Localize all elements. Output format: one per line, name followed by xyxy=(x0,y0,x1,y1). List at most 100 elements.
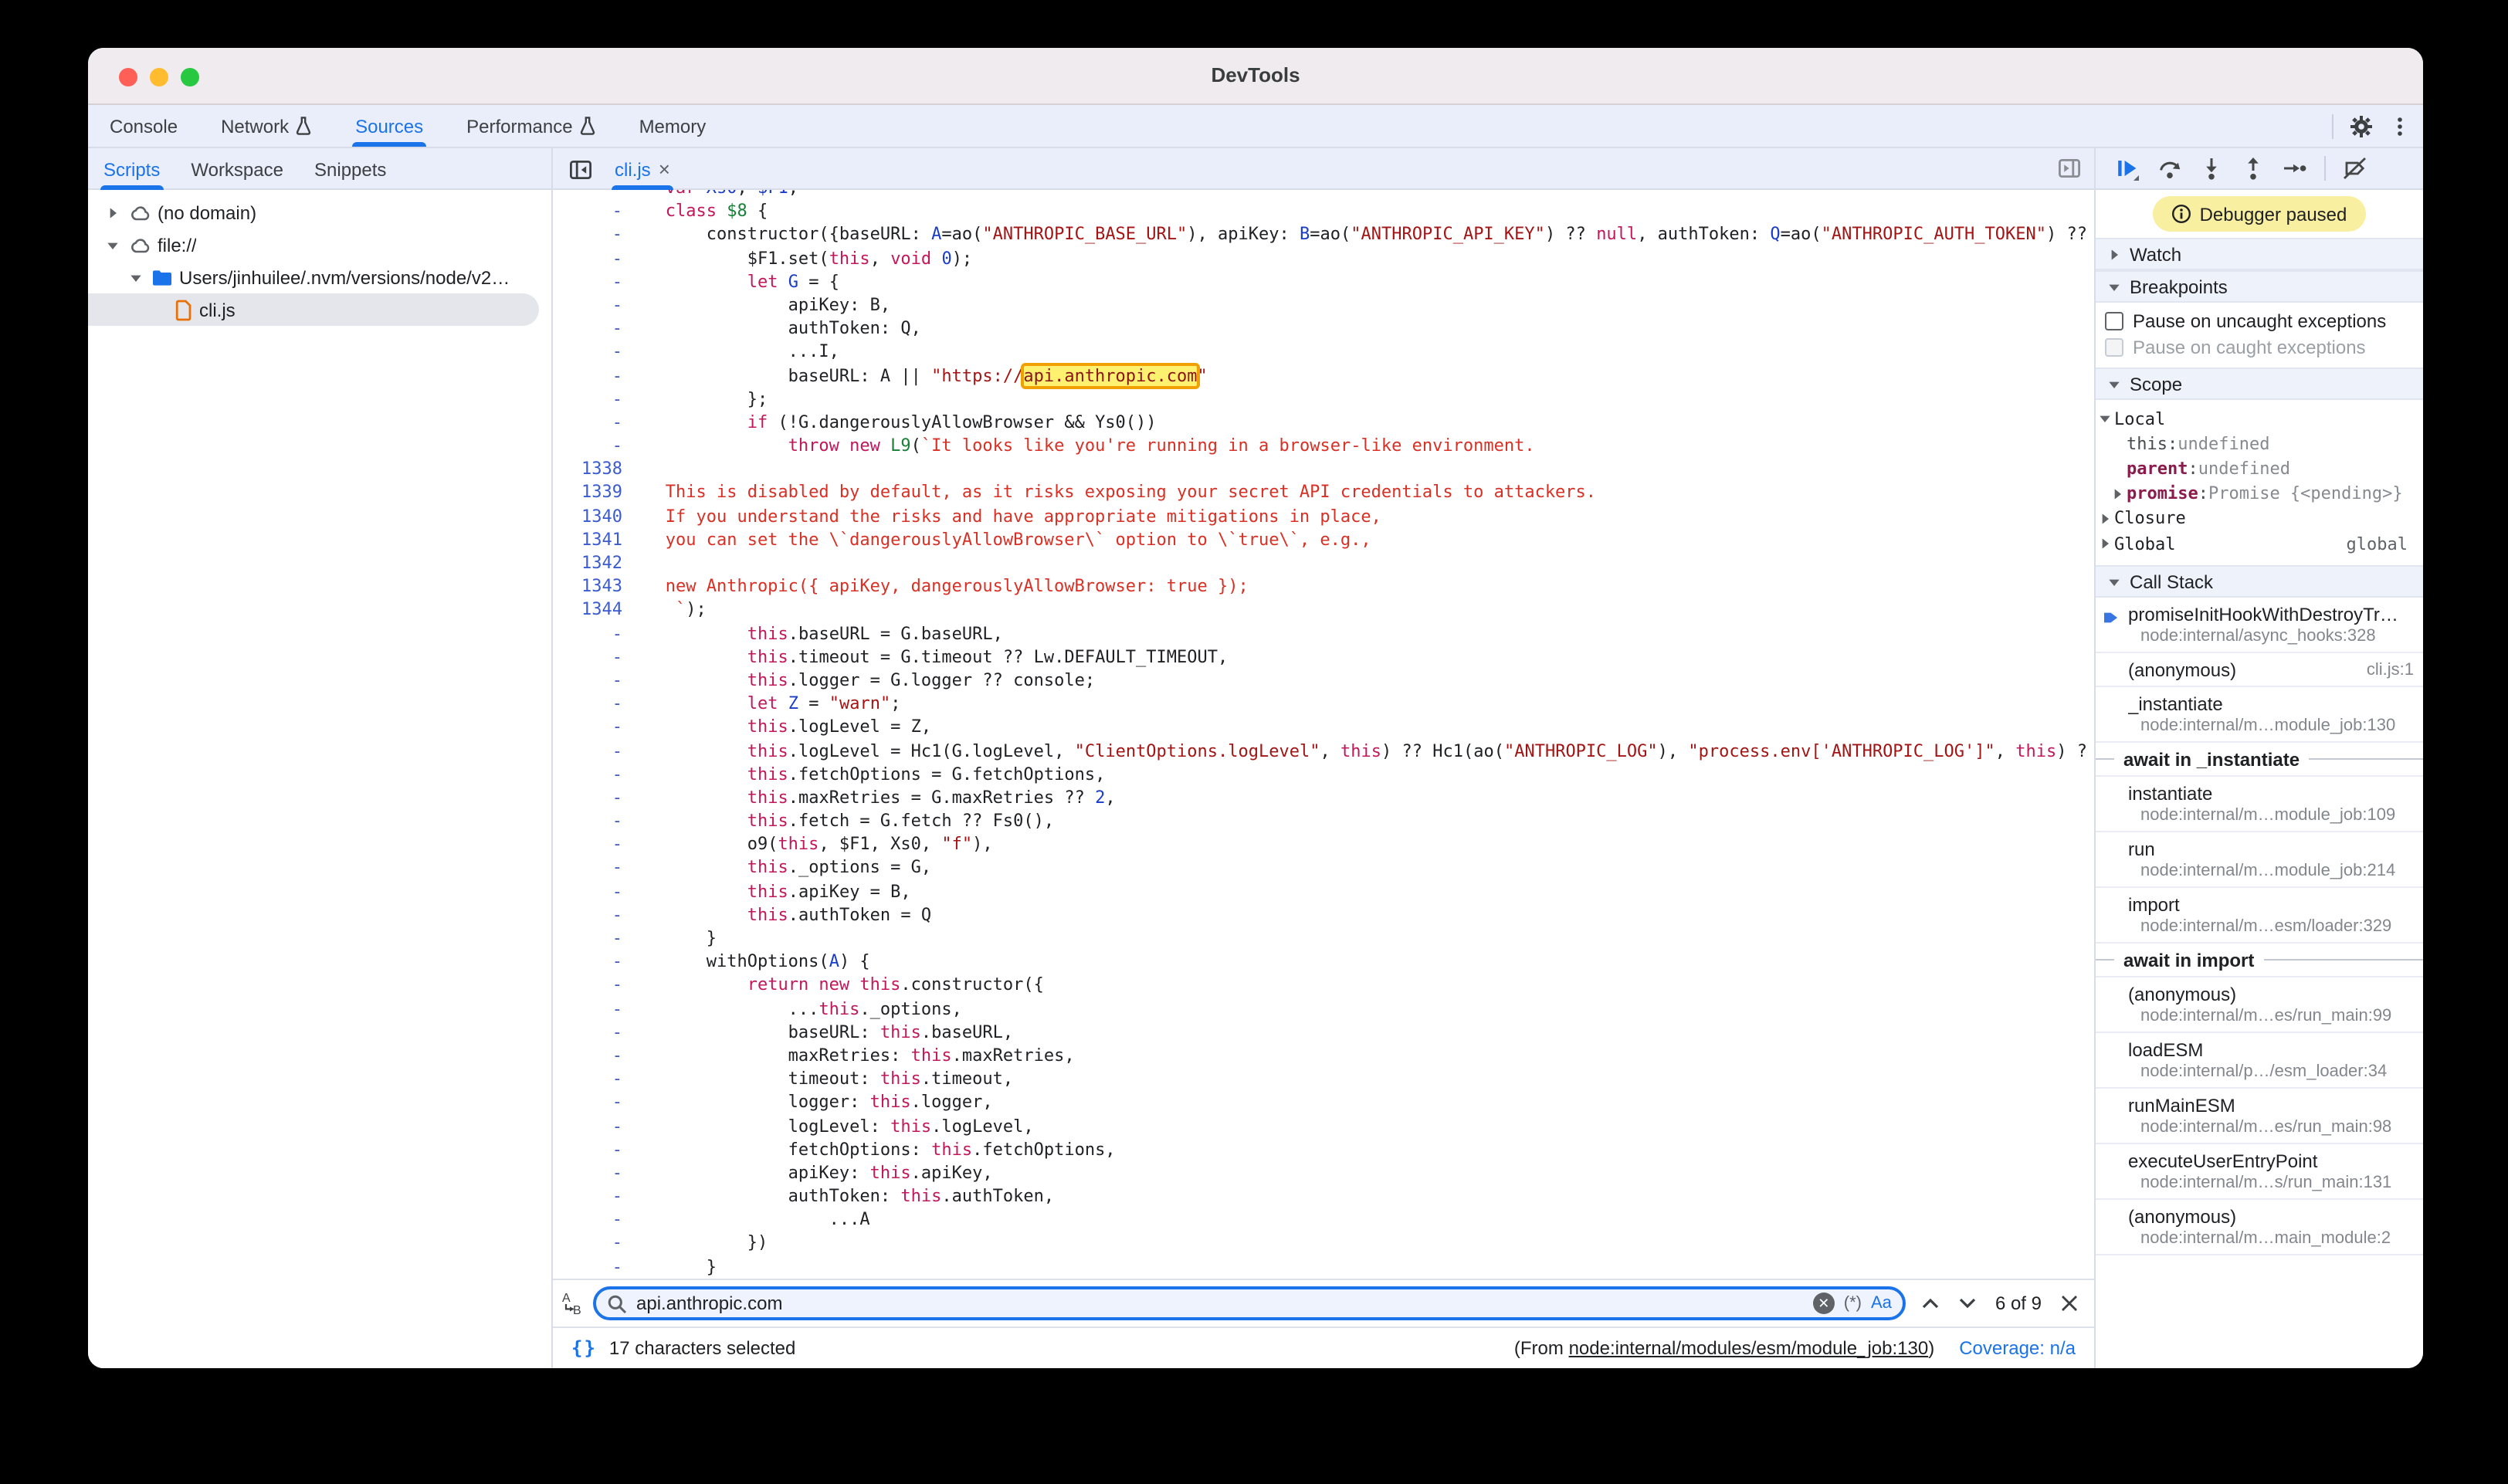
tab-memory[interactable]: Memory xyxy=(618,105,728,147)
line-gutter[interactable]: - xyxy=(553,387,635,410)
tree-caret[interactable] xyxy=(103,237,122,252)
previous-match-icon[interactable] xyxy=(1921,1297,1940,1310)
line-gutter[interactable]: 1343 xyxy=(553,574,635,598)
line-gutter[interactable]: 1341 xyxy=(553,528,635,551)
match-case-toggle[interactable]: Aa xyxy=(1871,1294,1892,1313)
callstack-frame[interactable]: _instantiatenode:internal/m…module_job:1… xyxy=(2096,687,2423,743)
scope-row[interactable]: this: undefined xyxy=(2096,431,2423,456)
settings-gear-icon[interactable] xyxy=(2349,114,2374,139)
line-gutter[interactable]: - xyxy=(553,293,635,317)
line-gutter[interactable]: - xyxy=(553,974,635,997)
step-icon[interactable] xyxy=(2283,156,2307,181)
line-gutter[interactable]: 1344 xyxy=(553,598,635,622)
tab-sources[interactable]: Sources xyxy=(334,105,445,147)
line-gutter[interactable]: - xyxy=(553,739,635,762)
line-gutter[interactable]: - xyxy=(553,1208,635,1232)
line-gutter[interactable]: - xyxy=(553,434,635,457)
scope-row[interactable]: promise: Promise {<pending>} xyxy=(2096,481,2423,506)
callstack-frame[interactable]: executeUserEntryPointnode:internal/m…s/r… xyxy=(2096,1144,2423,1200)
callstack-frame[interactable]: (anonymous)node:internal/m…main_module:2 xyxy=(2096,1200,2423,1255)
clear-search-icon[interactable]: ✕ xyxy=(1813,1293,1835,1314)
line-gutter[interactable]: - xyxy=(553,809,635,832)
line-gutter[interactable]: 1342 xyxy=(553,551,635,574)
line-gutter[interactable]: - xyxy=(553,622,635,645)
line-gutter[interactable]: - xyxy=(553,1161,635,1184)
line-gutter[interactable]: - xyxy=(553,1114,635,1137)
callstack-frame[interactable]: runMainESMnode:internal/m…es/run_main:98 xyxy=(2096,1089,2423,1144)
line-gutter[interactable]: - xyxy=(553,270,635,293)
tree-caret[interactable] xyxy=(127,269,145,285)
pretty-print-icon[interactable]: {} xyxy=(571,1337,597,1359)
scope-row[interactable]: Closure xyxy=(2096,507,2423,531)
checkbox[interactable] xyxy=(2105,311,2123,330)
line-gutter[interactable]: - xyxy=(553,411,635,434)
tree-item-cli-js[interactable]: cli.js xyxy=(88,293,539,326)
line-gutter[interactable]: - xyxy=(553,833,635,856)
line-gutter[interactable]: - xyxy=(553,645,635,669)
line-gutter[interactable]: - xyxy=(553,246,635,269)
regex-toggle[interactable]: (*) xyxy=(1844,1294,1862,1313)
line-gutter[interactable]: - xyxy=(553,950,635,973)
line-gutter[interactable]: 1338 xyxy=(553,458,635,481)
line-gutter[interactable]: - xyxy=(553,317,635,340)
tree-item--no-domain-[interactable]: (no domain) xyxy=(88,196,551,229)
scope-caret[interactable] xyxy=(2108,486,2127,501)
line-gutter[interactable]: - xyxy=(553,786,635,809)
scope-caret[interactable] xyxy=(2096,411,2114,426)
replace-toggle-icon[interactable]: A B xyxy=(553,1289,593,1317)
tab-performance[interactable]: Performance xyxy=(445,105,617,147)
hide-navigator-icon[interactable] xyxy=(568,157,593,181)
navigator-tab-snippets[interactable]: Snippets xyxy=(299,148,402,190)
step-into-icon[interactable] xyxy=(2199,156,2224,181)
line-gutter[interactable]: - xyxy=(553,1067,635,1090)
navigator-tab-workspace[interactable]: Workspace xyxy=(175,148,299,190)
line-gutter[interactable]: - xyxy=(553,927,635,950)
close-search-icon[interactable] xyxy=(2060,1294,2079,1313)
line-gutter[interactable]: - xyxy=(553,1091,635,1114)
callstack-frame[interactable]: (anonymous)node:internal/m…es/run_main:9… xyxy=(2096,977,2423,1033)
scope-row[interactable]: Globalglobal xyxy=(2096,531,2423,556)
line-gutter[interactable]: - xyxy=(553,1044,635,1067)
line-gutter[interactable]: - xyxy=(553,341,635,364)
show-debugger-panel-icon[interactable] xyxy=(2057,156,2082,181)
callstack-frame[interactable]: loadESMnode:internal/p…/esm_loader:34 xyxy=(2096,1033,2423,1089)
navigator-tab-scripts[interactable]: Scripts xyxy=(88,148,175,190)
line-gutter[interactable]: 1339 xyxy=(553,481,635,504)
line-gutter[interactable]: - xyxy=(553,903,635,927)
step-over-icon[interactable] xyxy=(2157,156,2182,181)
scope-caret[interactable] xyxy=(2096,536,2114,551)
line-gutter[interactable]: 1340 xyxy=(553,504,635,527)
line-gutter[interactable]: - xyxy=(553,1255,635,1278)
callstack-frame[interactable]: (anonymous)cli.js:1 xyxy=(2096,653,2423,687)
line-gutter[interactable]: - xyxy=(553,1021,635,1044)
next-match-icon[interactable] xyxy=(1958,1297,1977,1310)
tab-network[interactable]: Network xyxy=(199,105,334,147)
line-gutter[interactable]: - xyxy=(553,1184,635,1208)
tree-caret[interactable] xyxy=(103,205,122,220)
scope-caret[interactable] xyxy=(2096,511,2114,527)
line-gutter[interactable]: - xyxy=(553,1137,635,1160)
line-gutter[interactable]: - xyxy=(553,190,635,199)
line-gutter[interactable]: - xyxy=(553,692,635,715)
line-gutter[interactable]: - xyxy=(553,223,635,246)
callstack-frame[interactable]: importnode:internal/m…esm/loader:329 xyxy=(2096,888,2423,944)
scope-row[interactable]: parent: undefined xyxy=(2096,456,2423,481)
scope-section-header[interactable]: Scope xyxy=(2096,368,2423,400)
callstack-section-header[interactable]: Call Stack xyxy=(2096,565,2423,598)
line-gutter[interactable]: - xyxy=(553,199,635,222)
tree-item-file-[interactable]: file:// xyxy=(88,229,551,261)
source-origin-link[interactable]: node:internal/modules/esm/module_job:130 xyxy=(1569,1337,1929,1359)
line-gutter[interactable]: - xyxy=(553,997,635,1020)
coverage-link[interactable]: Coverage: n/a xyxy=(1959,1337,2076,1359)
line-gutter[interactable]: - xyxy=(553,669,635,692)
line-gutter[interactable]: - xyxy=(553,716,635,739)
scope-row[interactable]: Local xyxy=(2096,406,2423,431)
line-gutter[interactable]: - xyxy=(553,879,635,903)
callstack-frame[interactable]: instantiatenode:internal/m…module_job:10… xyxy=(2096,777,2423,832)
line-gutter[interactable]: - xyxy=(553,856,635,879)
search-input[interactable]: api.anthropic.com ✕ (*) Aa xyxy=(593,1286,1906,1320)
deactivate-breakpoints-icon[interactable] xyxy=(2343,156,2367,181)
code-viewer[interactable]: - var Xs0, $F1;- class $8 {- constructor… xyxy=(553,190,2094,1279)
resume-script-icon[interactable] xyxy=(2114,155,2140,181)
breakpoints-section-header[interactable]: Breakpoints xyxy=(2096,270,2423,303)
